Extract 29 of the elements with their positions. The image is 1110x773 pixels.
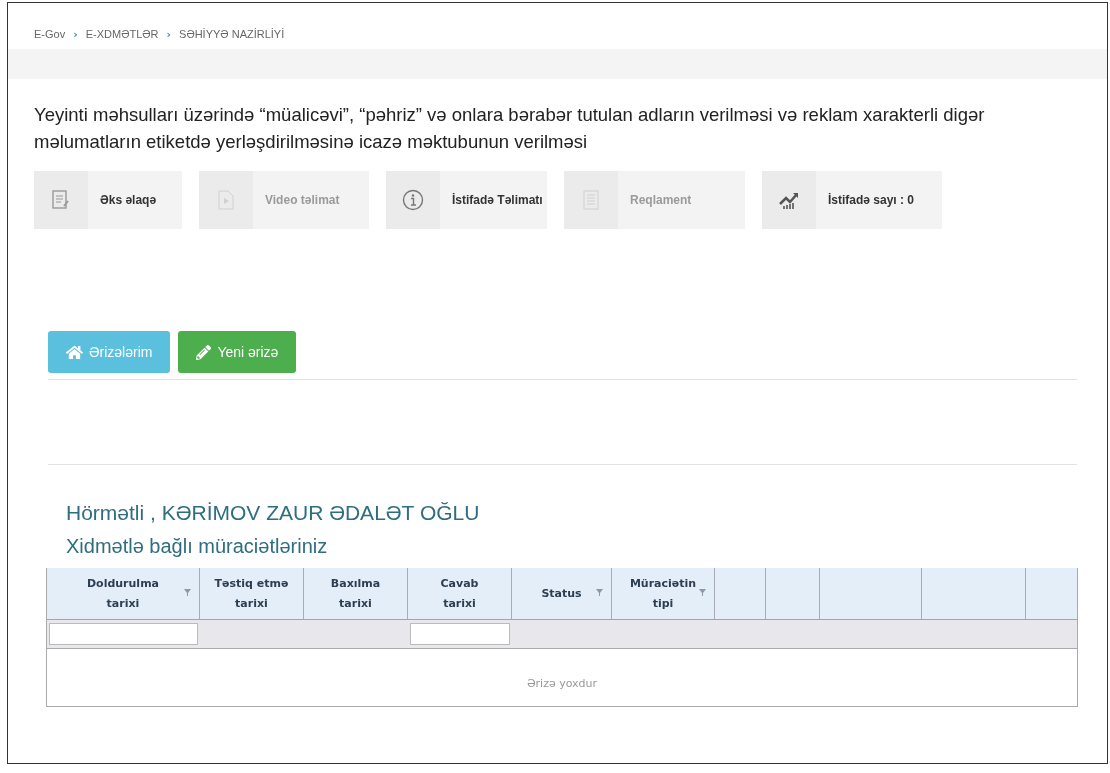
section-heading: Xidmətlə bağlı müraciətləriniz — [66, 535, 329, 558]
pencil-icon — [196, 344, 212, 360]
filter-icon[interactable] — [699, 589, 706, 596]
column-label: Status — [541, 585, 582, 602]
play-file-icon — [218, 190, 234, 210]
note-icon — [52, 190, 70, 210]
breadcrumb-link[interactable]: SƏHİYYƏ NAZİRLİYİ — [179, 28, 285, 40]
breadcrumb-separator: › — [73, 27, 78, 41]
info-tile[interactable]: İstifadə sayı : 0 — [762, 171, 942, 229]
breadcrumb-link[interactable]: E-Gov — [34, 28, 66, 40]
filter-icon[interactable] — [596, 589, 603, 596]
greeting-heading: Hörmətli , KƏRİMOV ZAUR ƏDALƏT OĞLU — [66, 501, 481, 525]
info-tile[interactable]: Əks əlaqə — [34, 171, 182, 229]
breadcrumb-link[interactable]: E-XDMƏTLƏR — [85, 28, 159, 40]
column-label: Baxılma tarixi — [330, 575, 381, 612]
filter-input[interactable] — [49, 623, 198, 645]
chart-trend-icon — [778, 190, 800, 210]
column-label: Doldurulma tarixi — [86, 575, 160, 612]
filter-icon[interactable] — [184, 589, 191, 596]
empty-message: Ərizə yoxdur — [526, 677, 598, 690]
home-icon — [66, 343, 83, 361]
column-label: Təstiq etmə tarixi — [214, 575, 289, 612]
breadcrumb-separator: › — [166, 27, 172, 41]
info-icon — [402, 189, 424, 211]
filter-input[interactable] — [410, 623, 510, 645]
column-label: Cavab tarixi — [440, 575, 479, 612]
column-label: Müraciətin tipi — [629, 575, 697, 612]
info-tile[interactable]: İstifadə Təlimatı — [386, 171, 547, 229]
service-title: Yeyinti məhsulları üzərində “müalicəvi”, “pəhriz” və onlara bərabər tutulan adların verilməsi və reklam xarakterli digər məlumatların etiketdə yerləşdirilməsinə icazə məktubunun verilməsi — [34, 103, 986, 154]
